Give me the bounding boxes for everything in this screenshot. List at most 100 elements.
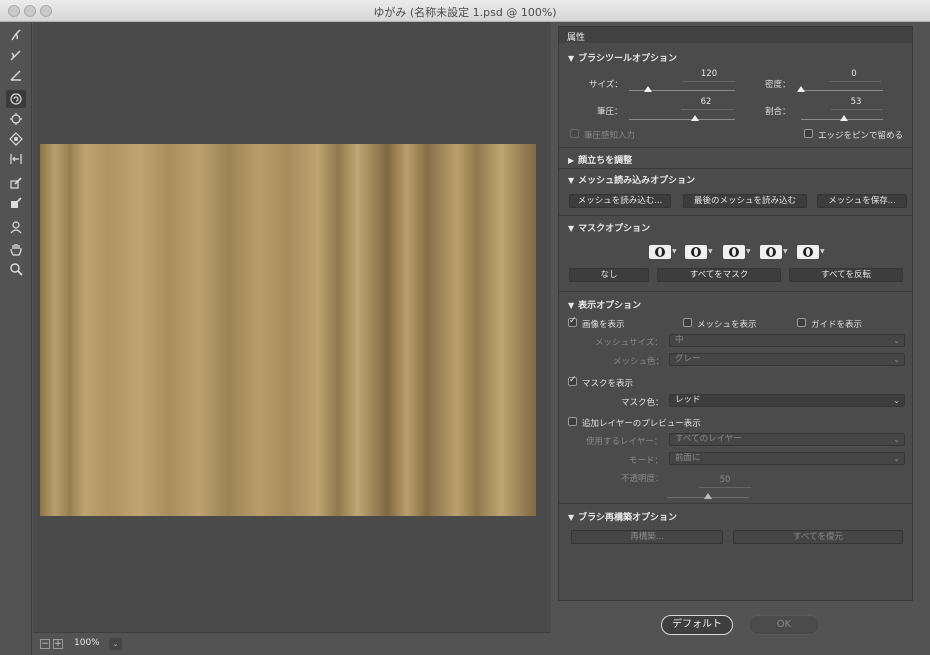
expanded-triangle-icon: ▼	[568, 54, 575, 63]
title-bar: ゆがみ (名称未設定 1.psd @ 100%)	[0, 0, 930, 22]
thaw-mask-tool[interactable]	[6, 194, 26, 212]
section-divider	[559, 147, 912, 148]
freeze-mask-icon	[10, 177, 22, 189]
twirl-clockwise-tool[interactable]	[6, 90, 26, 108]
mask-all-button[interactable]: すべてをマスク	[657, 268, 781, 282]
smooth-tool[interactable]	[6, 66, 26, 84]
pressure-value[interactable]: 62	[684, 97, 728, 107]
reconstruct-button[interactable]: 再構築...	[571, 530, 723, 544]
canvas-area[interactable]	[33, 22, 551, 632]
load-mesh-button[interactable]: メッシュを読み込む...	[569, 194, 671, 208]
size-slider-thumb[interactable]	[644, 86, 653, 92]
pressure-slider-thumb[interactable]	[690, 115, 699, 121]
chevron-down-icon: ⌄	[893, 454, 900, 463]
section-title: マスクオプション	[578, 224, 651, 234]
rate-value[interactable]: 53	[834, 97, 878, 107]
pucker-tool[interactable]	[6, 110, 26, 128]
forward-warp-tool[interactable]	[6, 26, 26, 44]
pin-edges-checkbox[interactable]	[804, 129, 813, 138]
section-divider	[559, 215, 912, 216]
hand-tool[interactable]	[6, 240, 26, 258]
chevron-down-icon: ⌄	[893, 336, 900, 345]
mask-options-header[interactable]: ▼ マスクオプション	[568, 221, 650, 234]
density-slider-thumb[interactable]	[797, 86, 805, 92]
show-mask-checkbox[interactable]	[568, 375, 577, 386]
density-label: 密度：	[765, 80, 791, 90]
rate-value-underline	[831, 109, 883, 110]
show-image-checkbox[interactable]	[568, 316, 577, 327]
ok-button[interactable]: OK	[748, 615, 820, 635]
face-aware-header[interactable]: ▶ 顔立ちを調整	[568, 153, 632, 166]
pressure-slider[interactable]	[629, 119, 735, 120]
mask-dropdown-arrow-icon: ▼	[708, 248, 713, 255]
size-value[interactable]: 120	[687, 69, 731, 79]
stylus-pressure-checkbox[interactable]	[570, 129, 579, 138]
invert-all-button[interactable]: すべてを反転	[789, 268, 903, 282]
mesh-color-label: メッシュ色：	[613, 357, 665, 367]
pucker-icon	[10, 113, 22, 125]
restore-all-button[interactable]: すべてを復元	[733, 530, 903, 544]
zoom-out-button[interactable]: −	[40, 639, 50, 649]
chevron-down-icon: ⌄	[893, 435, 900, 444]
opacity-slider-thumb[interactable]	[704, 493, 712, 499]
pressure-value-underline	[681, 109, 733, 110]
mesh-color-dropdown[interactable]: グレー ⌄	[669, 353, 905, 366]
properties-panel: 属性 ▼ ブラシツールオプション サイズ： 120 密度： 0 筆圧： 62 割合…	[558, 26, 913, 601]
mesh-size-dropdown[interactable]: 中 ⌄	[669, 334, 905, 347]
mask-none-button[interactable]: なし	[569, 268, 649, 282]
mask-color-label: マスク色：	[621, 398, 664, 408]
size-value-underline	[683, 81, 735, 82]
brush-tool-options-header[interactable]: ▼ ブラシツールオプション	[568, 51, 677, 64]
show-guides-checkbox[interactable]	[797, 318, 806, 327]
mode-label: モード：	[629, 456, 664, 466]
zoom-dropdown[interactable]: ⌄	[109, 638, 122, 650]
show-mesh-checkbox[interactable]	[683, 318, 692, 327]
face-tool[interactable]	[6, 218, 26, 236]
section-divider	[559, 168, 912, 169]
use-layer-dropdown[interactable]: すべてのレイヤー ⌄	[669, 433, 905, 446]
density-slider[interactable]	[801, 90, 883, 91]
section-title: ブラシツールオプション	[578, 54, 677, 64]
zoom-tool[interactable]	[6, 260, 26, 278]
opacity-value[interactable]: 50	[703, 475, 747, 485]
mask-replace-selection-button[interactable]	[649, 245, 671, 259]
mask-dropdown-arrow-icon: ▼	[746, 248, 751, 255]
mask-color-dropdown[interactable]: レッド ⌄	[669, 394, 905, 407]
brush-reconstruct-header[interactable]: ▼ ブラシ再構築オプション	[568, 510, 677, 523]
show-guides-label: ガイドを表示	[811, 320, 863, 330]
reconstruct-icon	[10, 50, 21, 61]
default-button[interactable]: デフォルト	[661, 615, 733, 635]
mask-subtract-from-selection-button[interactable]	[723, 245, 745, 259]
save-mesh-button[interactable]: メッシュを保存...	[817, 194, 907, 208]
image-preview[interactable]	[40, 144, 536, 516]
pin-edges-label: エッジをピンで留める	[818, 131, 904, 141]
push-left-tool[interactable]	[6, 150, 26, 168]
twirl-icon	[10, 93, 22, 105]
show-backdrop-checkbox[interactable]	[568, 417, 577, 426]
mask-invert-selection-button[interactable]	[797, 245, 819, 259]
status-bar: − + 100% ⌄	[33, 632, 551, 655]
dropdown-value: 中	[675, 335, 684, 345]
view-options-header[interactable]: ▼ 表示オプション	[568, 298, 641, 311]
mask-intersect-selection-button[interactable]	[760, 245, 782, 259]
mesh-load-header[interactable]: ▼ メッシュ読み込みオプション	[568, 173, 695, 186]
rate-slider-thumb[interactable]	[840, 115, 849, 121]
mode-dropdown[interactable]: 前面に ⌄	[669, 452, 905, 465]
density-value[interactable]: 0	[832, 69, 876, 79]
bloat-icon	[9, 132, 23, 146]
forward-warp-icon	[11, 29, 21, 41]
chevron-down-icon: ⌄	[893, 396, 900, 405]
tool-panel	[0, 22, 32, 655]
load-last-mesh-button[interactable]: 最後のメッシュを読み込む	[683, 194, 807, 208]
dropdown-value: すべてのレイヤー	[675, 434, 742, 444]
use-layer-label: 使用するレイヤー：	[586, 437, 663, 447]
section-title: メッシュ読み込みオプション	[578, 176, 696, 186]
opacity-value-underline	[699, 487, 751, 488]
freeze-mask-tool[interactable]	[6, 174, 26, 192]
mask-add-to-selection-button[interactable]	[685, 245, 707, 259]
dropdown-value: レッド	[675, 395, 701, 405]
bloat-tool[interactable]	[6, 130, 26, 148]
reconstruct-tool[interactable]	[6, 46, 26, 64]
zoom-in-button[interactable]: +	[53, 639, 63, 649]
expanded-triangle-icon: ▼	[568, 176, 575, 185]
